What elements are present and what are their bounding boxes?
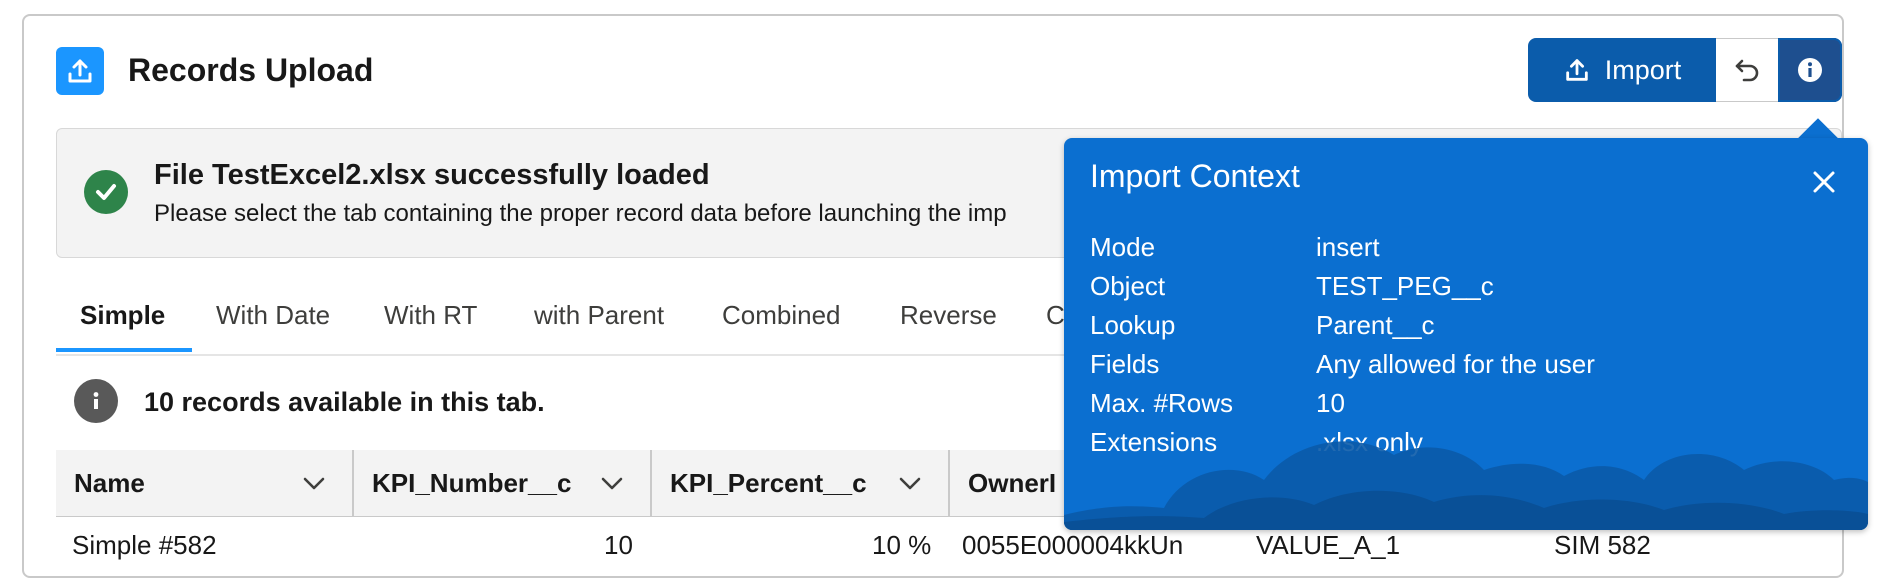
upload-icon — [56, 47, 104, 95]
cell-value: VALUE_A_1 — [1256, 530, 1401, 560]
popover-key: Mode — [1090, 232, 1156, 262]
popover-value: TEST_PEG__c — [1316, 271, 1494, 301]
import-button[interactable]: Import — [1528, 38, 1716, 102]
import-context-popover: Import Context Mode insert Object TEST_P… — [1064, 138, 1868, 530]
import-button-label: Import — [1604, 54, 1682, 85]
column-header-label: Name — [74, 467, 145, 498]
tab-with-rt[interactable]: With RT — [360, 292, 501, 352]
success-check-icon — [84, 170, 128, 214]
records-count-text: 10 records available in this tab. — [144, 387, 545, 417]
popover-key: Fields — [1090, 349, 1160, 379]
info-icon — [74, 379, 118, 423]
cell-kpi-percent: 10 % — [872, 530, 932, 560]
chevron-down-icon[interactable] — [898, 472, 922, 494]
alert-title: File TestExcel2.xlsx successfully loaded — [154, 159, 710, 191]
column-header-name[interactable]: Name — [56, 450, 352, 516]
popover-value: Any allowed for the user — [1316, 349, 1595, 379]
chevron-down-icon[interactable] — [302, 472, 326, 494]
upload-icon — [1566, 59, 1588, 81]
column-header-label: KPI_Percent__c — [670, 467, 867, 498]
info-button[interactable] — [1778, 38, 1842, 102]
tab-reverse[interactable]: Reverse — [876, 292, 1021, 352]
cell-name: Simple #582 — [72, 530, 217, 560]
tab-with-date[interactable]: With Date — [192, 292, 354, 352]
tab-combined[interactable]: Combined — [698, 292, 865, 352]
popover-title: Import Context — [1090, 158, 1300, 194]
alert-message: Please select the tab containing the pro… — [154, 200, 1007, 227]
close-icon[interactable] — [1810, 168, 1838, 196]
undo-icon — [1735, 59, 1759, 82]
popover-value: Parent__c — [1316, 310, 1435, 340]
page-title: Records Upload — [128, 52, 374, 88]
cell-kpi-number: 10 — [604, 530, 633, 560]
popover-key: Lookup — [1090, 310, 1176, 340]
chevron-down-icon[interactable] — [600, 472, 624, 494]
column-header-label: OwnerI — [968, 467, 1057, 498]
popover-key: Object — [1090, 271, 1166, 301]
cell-sim: SIM 582 — [1554, 530, 1651, 560]
column-header-label: KPI_Number__c — [372, 467, 572, 498]
column-header-kpi-percent[interactable]: KPI_Percent__c — [652, 450, 948, 516]
info-icon — [1798, 58, 1822, 82]
popover-value: insert — [1316, 232, 1380, 262]
header-button-group: Import — [1528, 38, 1842, 102]
undo-button[interactable] — [1716, 38, 1778, 102]
tab-simple[interactable]: Simple — [56, 292, 192, 352]
cell-owner: 0055E000004kkUn — [962, 530, 1184, 560]
tab-with-parent[interactable]: with Parent — [510, 292, 688, 352]
column-header-kpi-number[interactable]: KPI_Number__c — [354, 450, 650, 516]
clouds-decoration — [1064, 441, 1868, 530]
